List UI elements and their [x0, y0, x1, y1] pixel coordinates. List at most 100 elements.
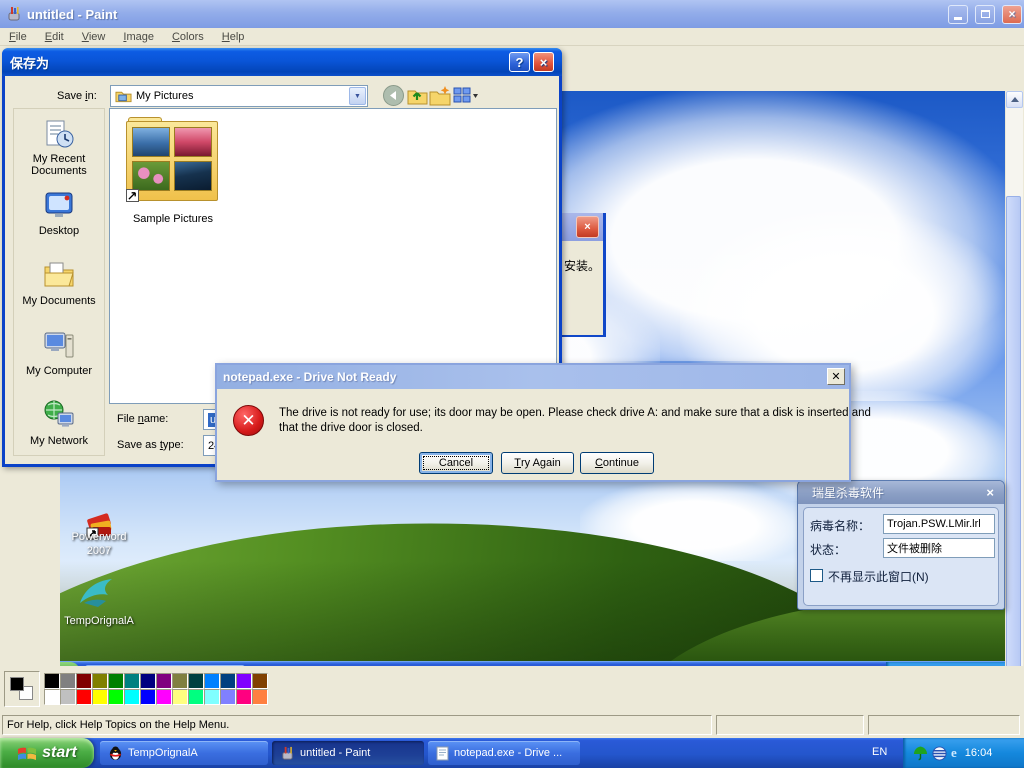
desktop-icon-label[interactable]: Powerword	[60, 531, 138, 543]
color-swatch[interactable]	[124, 689, 140, 705]
color-swatch[interactable]	[140, 673, 156, 689]
dropdown-button[interactable]: ▼	[349, 87, 366, 105]
error-dialog-titlebar[interactable]: notepad.exe - Drive Not Ready	[217, 365, 849, 389]
windows-flag-icon	[18, 747, 37, 760]
color-swatch[interactable]	[140, 689, 156, 705]
status-cell	[868, 715, 1020, 735]
color-swatch[interactable]	[76, 673, 92, 689]
close-button[interactable]: ×	[576, 216, 599, 238]
error-message-line2: that the drive door is closed.	[279, 422, 423, 434]
color-swatch[interactable]	[172, 673, 188, 689]
color-swatch[interactable]	[44, 689, 60, 705]
antivirus-titlebar[interactable]: 瑞星杀毒软件	[798, 481, 1004, 504]
try-again-button[interactable]: Try Again	[501, 452, 574, 474]
striped-ball-icon[interactable]	[932, 745, 947, 761]
close-button[interactable]: ×	[533, 52, 554, 72]
continue-button[interactable]: Continue	[580, 452, 654, 474]
color-swatch[interactable]	[188, 689, 204, 705]
color-swatch[interactable]	[236, 689, 252, 705]
sample-pictures-item[interactable]	[124, 115, 222, 211]
virus-name-field[interactable]: Trojan.PSW.LMir.lrl	[883, 514, 995, 534]
desktop-icon-label[interactable]: 2007	[60, 545, 138, 557]
place-desktop[interactable]: Desktop	[14, 225, 104, 237]
file-item-label[interactable]: Sample Pictures	[110, 213, 236, 225]
color-swatch[interactable]	[156, 689, 172, 705]
color-swatch[interactable]	[252, 689, 268, 705]
save-dialog-titlebar[interactable]: 保存为 ? ×	[2, 48, 562, 76]
place-my-computer[interactable]: My Computer	[14, 365, 104, 377]
color-swatch[interactable]	[172, 689, 188, 705]
rising-umbrella-icon[interactable]	[913, 745, 928, 761]
error-dialog-title: notepad.exe - Drive Not Ready	[223, 370, 397, 384]
taskbar-button-notepad[interactable]: notepad.exe - Drive ...	[428, 741, 580, 765]
menu-file[interactable]: File	[0, 29, 36, 45]
menu-help[interactable]: Help	[213, 29, 254, 45]
color-swatch[interactable]	[108, 689, 124, 705]
taskbar-button-label: notepad.exe - Drive ...	[454, 747, 563, 759]
start-button[interactable]: start	[0, 738, 94, 768]
cancel-button[interactable]: Cancel	[419, 452, 493, 474]
menu-colors[interactable]: Colors	[163, 29, 213, 45]
antivirus-popup: 瑞星杀毒软件 × 病毒名称： Trojan.PSW.LMir.lrl 状态： 文…	[797, 480, 1005, 610]
paint-window-title: untitled - Paint	[27, 6, 118, 22]
file-list[interactable]: Sample Pictures	[109, 108, 557, 404]
virus-status-field[interactable]: 文件被删除	[883, 538, 995, 558]
views-menu-button[interactable]	[453, 86, 479, 105]
color-swatch[interactable]	[236, 673, 252, 689]
close-button[interactable]: ✕	[827, 368, 845, 385]
save-in-label: Save in:	[57, 90, 97, 102]
paint-title-bar[interactable]: untitled - Paint ×	[0, 0, 1024, 28]
color-swatch[interactable]	[188, 673, 204, 689]
back-button[interactable]	[383, 85, 404, 106]
menu-image[interactable]: Image	[114, 29, 163, 45]
status-cell	[716, 715, 864, 735]
vertical-scroll-thumb[interactable]	[1006, 196, 1021, 671]
color-swatch[interactable]	[156, 673, 172, 689]
color-swatch[interactable]	[60, 689, 76, 705]
close-icon[interactable]: ×	[986, 485, 994, 500]
places-bar: My Recent Documents Desktop My Documents	[13, 108, 105, 456]
color-swatch[interactable]	[76, 689, 92, 705]
color-swatch[interactable]	[60, 673, 76, 689]
minimize-button[interactable]	[948, 4, 968, 24]
new-folder-button[interactable]	[429, 85, 451, 106]
color-swatch[interactable]	[204, 689, 220, 705]
color-swatch[interactable]	[92, 673, 108, 689]
my-network-icon	[44, 400, 74, 427]
help-button[interactable]: ?	[509, 52, 530, 72]
menu-edit[interactable]: Edit	[36, 29, 73, 45]
color-swatch[interactable]	[108, 673, 124, 689]
save-in-combobox[interactable]: My Pictures ▼	[110, 85, 368, 107]
system-tray: e 16:04	[903, 738, 1024, 768]
clock[interactable]: 16:04	[965, 747, 993, 759]
status-message: For Help, click Help Topics on the Help …	[2, 715, 712, 735]
up-one-level-button[interactable]	[407, 85, 428, 106]
place-my-network[interactable]: My Network	[14, 435, 104, 447]
vertical-scrollbar[interactable]	[1006, 91, 1023, 696]
dont-show-again-label[interactable]: 不再显示此窗口(N)	[828, 568, 929, 585]
dont-show-again-checkbox[interactable]	[810, 569, 823, 582]
color-swatch[interactable]	[220, 689, 236, 705]
close-button[interactable]: ×	[1002, 4, 1022, 24]
taskbar-button-paint[interactable]: untitled - Paint	[272, 741, 424, 765]
color-swatch[interactable]	[252, 673, 268, 689]
notepad-icon	[436, 746, 449, 760]
temporignala-icon	[80, 579, 112, 607]
current-colors-indicator[interactable]	[4, 671, 40, 707]
scroll-up-button[interactable]	[1006, 91, 1023, 108]
color-swatch[interactable]	[44, 673, 60, 689]
place-my-recent-documents[interactable]: My Recent Documents	[14, 153, 104, 177]
desktop-icon-label[interactable]: TempOrignalA	[60, 615, 142, 627]
color-swatch[interactable]	[220, 673, 236, 689]
color-swatch[interactable]	[124, 673, 140, 689]
save-dialog-title: 保存为	[10, 55, 50, 71]
my-computer-icon	[44, 332, 74, 358]
language-indicator[interactable]: EN	[872, 746, 887, 758]
color-swatch[interactable]	[92, 689, 108, 705]
menu-view[interactable]: View	[73, 29, 115, 45]
ie-icon[interactable]: e	[951, 745, 957, 761]
color-swatch[interactable]	[204, 673, 220, 689]
place-my-documents[interactable]: My Documents	[14, 295, 104, 307]
taskbar-button-temporignala[interactable]: TempOrignalA	[100, 741, 268, 765]
restore-button[interactable]	[975, 4, 995, 24]
